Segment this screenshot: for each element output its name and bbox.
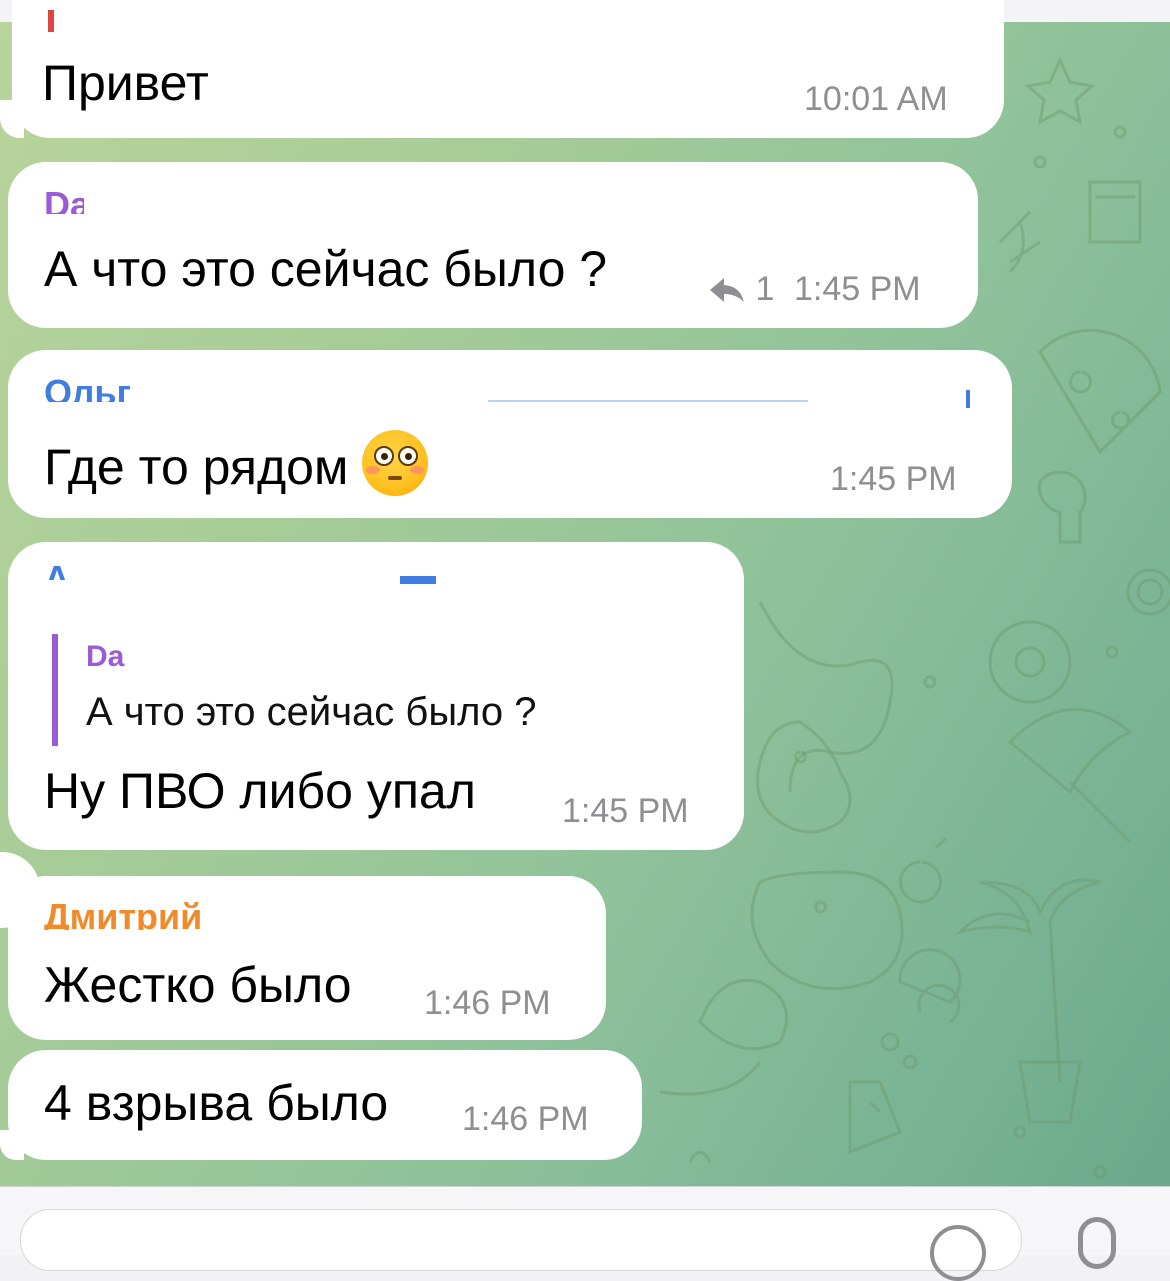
message-bubble[interactable]: Привет 10:01 AM <box>12 0 1004 138</box>
message-text: Привет <box>42 55 209 111</box>
message-text: Где то рядом <box>44 430 429 496</box>
message-bubble[interactable]: 4 взрыва было 1:46 PM <box>8 1050 642 1160</box>
message-time: 10:01 AM <box>804 80 948 118</box>
message-sender: А <box>44 558 68 580</box>
message-time: 1:46 PM <box>424 984 551 1022</box>
reply-sender: Da <box>86 640 125 673</box>
reply-indicator[interactable]: 1 <box>708 270 774 309</box>
message-time: 1:45 PM <box>562 792 689 830</box>
message-bubble[interactable]: А Da А что это сейчас было ? Ну ПВО либо… <box>8 542 744 850</box>
message-sender: Da <box>44 184 84 214</box>
message-time: 1:45 PM <box>794 270 921 308</box>
composer-bar <box>0 1186 1170 1281</box>
message-time: 1:46 PM <box>462 1100 589 1138</box>
message-text: Жестко было <box>44 957 352 1013</box>
sticker-icon[interactable] <box>930 1225 986 1281</box>
flushed-face-icon <box>362 430 429 496</box>
redacted-sender <box>48 10 54 32</box>
message-text: 4 взрыва было <box>44 1075 389 1131</box>
reply-text: А что это сейчас было ? <box>86 690 537 734</box>
message-bubble[interactable]: Da А что это сейчас было ? 1 1:45 PM <box>8 162 978 328</box>
microphone-icon[interactable] <box>1078 1217 1116 1269</box>
message-sender: Дмитрий <box>44 896 203 930</box>
reply-count: 1 <box>755 270 775 308</box>
reply-arrow-icon <box>710 278 744 302</box>
message-bubble[interactable]: Ольга Где то рядом 1:45 PM <box>8 350 1012 518</box>
redacted-mark <box>400 576 436 584</box>
message-time: 1:45 PM <box>830 460 957 498</box>
redacted-area <box>488 390 808 412</box>
redacted-mark <box>966 390 970 408</box>
reply-quote[interactable]: Da А что это сейчас было ? <box>52 634 536 746</box>
message-bubble[interactable]: Дмитрий Жестко было 1:46 PM <box>8 876 606 1040</box>
message-text: А что это сейчас было ? <box>44 241 608 297</box>
message-text: Ну ПВО либо упал <box>44 763 476 819</box>
message-input[interactable] <box>20 1209 1022 1271</box>
message-sender: Ольга <box>44 372 130 402</box>
